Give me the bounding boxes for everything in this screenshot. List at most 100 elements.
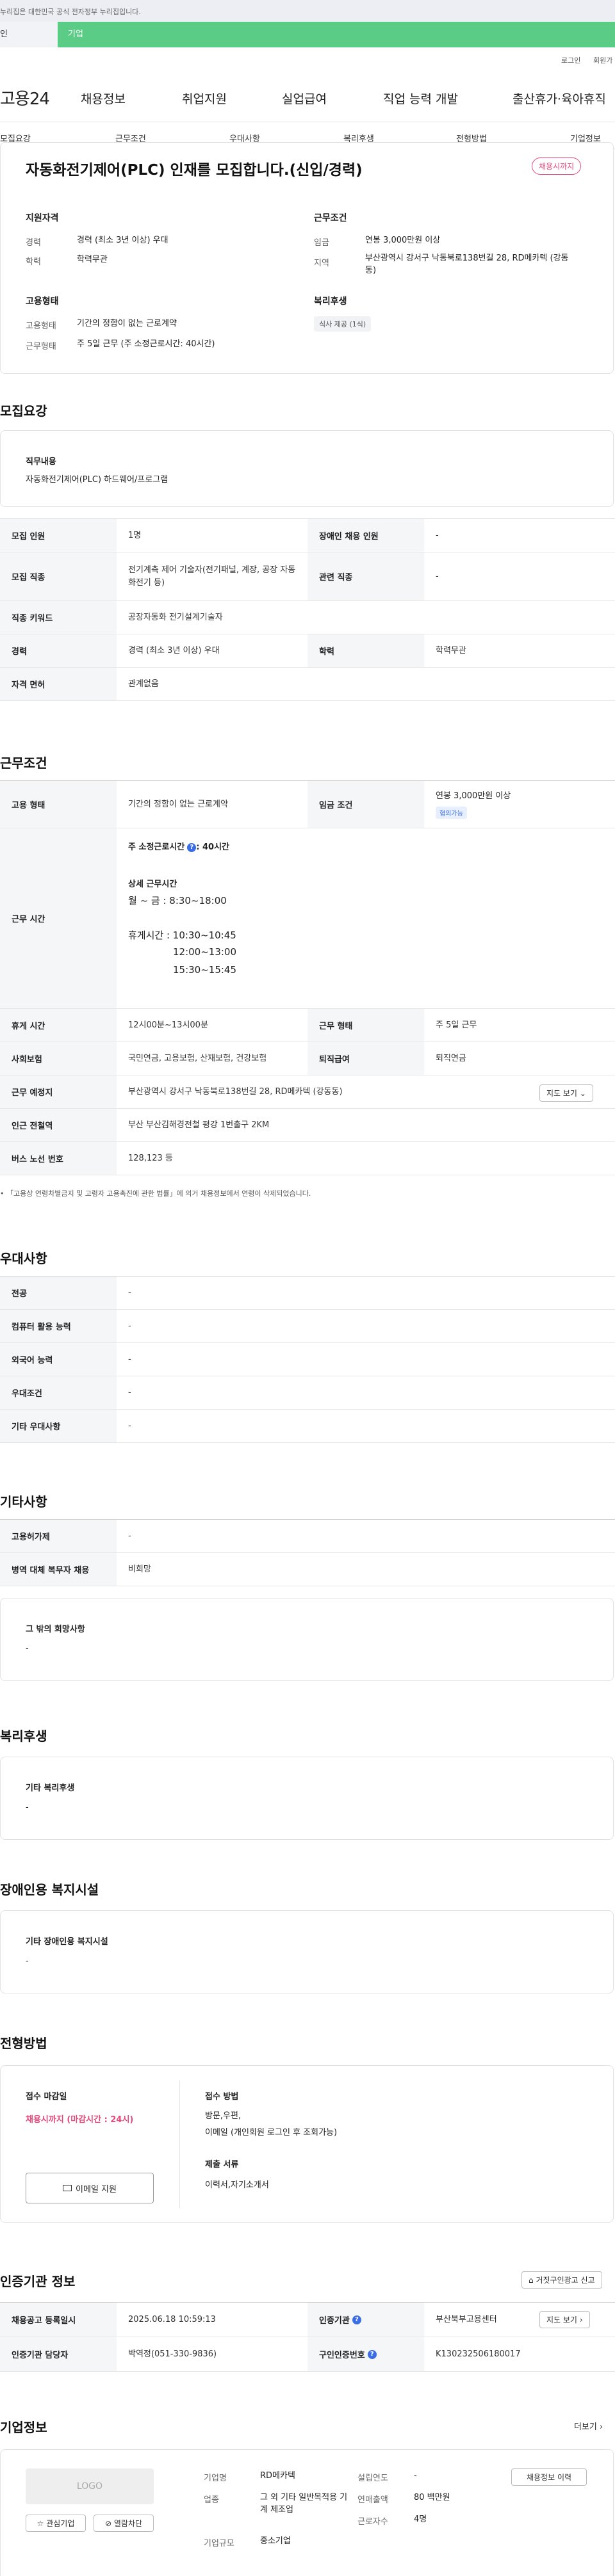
work-row: 휴게 시간 12시00분~13시00분 근무 형태 주 5일 근무 xyxy=(0,1009,615,1042)
break-time-2: 12:00~13:00 xyxy=(173,946,237,958)
block-company-button[interactable]: ⊘ 열람차단 xyxy=(94,2515,154,2532)
help-icon[interactable]: ? xyxy=(367,2349,377,2359)
member-type-tabs: 인 기업 xyxy=(0,22,615,47)
work-row: 인근 전철역 부산 부산김해경전철 평강 1번출구 2KM xyxy=(0,1109,615,1142)
hope-value: - xyxy=(26,1644,29,1654)
pref-condition-value: - xyxy=(128,1387,131,1397)
pref-etc-label: 기타 우대사항 xyxy=(0,1410,117,1442)
bus-value: 128,123 등 xyxy=(128,1153,173,1163)
docs-value: 이력서,자기소개서 xyxy=(205,2180,269,2190)
welfare-etc-value: - xyxy=(26,1803,29,1812)
help-icon[interactable]: ? xyxy=(352,2315,361,2324)
disabled-section-title: 장애인용 복지시설 xyxy=(0,1882,99,1897)
map-button-label: 지도 보기 xyxy=(546,1089,577,1098)
workform-value: 주 5일 근무 xyxy=(436,1020,477,1030)
cert-row: 인증기관 담당자 박역정(051-330-9836) 구인인증번호? K1302… xyxy=(0,2337,615,2372)
chevron-right-icon: › xyxy=(600,2422,603,2432)
subway-value: 부산 부산김해경전철 평강 1번출구 2KM xyxy=(128,1120,270,1130)
how-label: 접수 방법 xyxy=(205,2092,239,2102)
workplace-value: 부산광역시 강서구 낙동북로138번길 28, RD메카텍 (강동동) xyxy=(128,1086,343,1097)
workplace-map-button[interactable]: 지도 보기 ⌄ xyxy=(539,1084,593,1102)
summary-worktype-value: 주 5일 근무 (주 소정근로시간: 40시간) xyxy=(77,339,215,349)
hope-card xyxy=(0,1598,614,1681)
summary-emptype-label: 고용형태 xyxy=(26,321,56,331)
pref-etc-value: - xyxy=(128,1421,131,1431)
reg-date-value: 2025.06.18 10:59:13 xyxy=(128,2314,216,2324)
bus-label: 버스 노선 번호 xyxy=(0,1142,117,1175)
cert-section-title: 인증기관 정보 xyxy=(0,2274,76,2289)
welfare-card xyxy=(0,1757,614,1840)
etc-row: 고용허가제 - xyxy=(0,1520,615,1553)
summary-edu-label: 학력 xyxy=(26,257,41,267)
license-label: 자격 면허 xyxy=(0,668,117,700)
favorite-company-button[interactable]: ☆ 관심기업 xyxy=(26,2515,86,2532)
chevron-down-icon: ⌄ xyxy=(579,1089,586,1098)
cert-number-value: K130232506180017 xyxy=(436,2349,521,2359)
recruit-row: 모집 인원 1명 장애인 채용 인원 - xyxy=(0,519,615,552)
help-icon[interactable]: ? xyxy=(187,842,197,852)
false-ad-report-button[interactable]: ⌂ 거짓구인광고 신고 xyxy=(521,2271,602,2289)
mail-icon xyxy=(63,2185,72,2191)
age-notice: • 「고용상 연령차별금지 및 고령자 고용촉진에 관한 법률」에 의거 채용정… xyxy=(0,1189,311,1198)
recruit-history-button[interactable]: 채용정보 이력 xyxy=(511,2468,587,2486)
bell-icon: ⌂ xyxy=(529,2276,534,2285)
cert-number-label-text: 구인인증번호 xyxy=(319,2351,365,2360)
cert-org-label-text: 인증기관 xyxy=(319,2316,350,2326)
gov-notice-text: 누리집은 대한민국 공식 전자정부 누리집입니다. xyxy=(0,8,141,16)
duty-label: 직무내용 xyxy=(26,457,56,467)
company-industry-value: 그 외 기타 일반목적용 기계 제조업 xyxy=(260,2493,348,2515)
education-label: 학력 xyxy=(308,634,424,667)
age-notice-text: 「고용상 연령차별금지 및 고령자 고용촉진에 관한 법률」에 의거 채용정보에… xyxy=(6,1189,311,1198)
gnb-item-employment-support[interactable]: 취업지원 xyxy=(182,90,227,107)
gnb-item-vocational-training[interactable]: 직업 능력 개발 xyxy=(383,90,458,107)
disabled-etc-value: - xyxy=(26,1956,29,1966)
company-more-link[interactable]: 더보기 › xyxy=(574,2420,603,2432)
summary-career-label: 경력 xyxy=(26,238,41,248)
hope-label: 그 밖의 희망사항 xyxy=(26,1625,85,1634)
summary-wage-label: 임금 xyxy=(314,238,329,248)
tab-company[interactable]: 기업 xyxy=(58,22,615,47)
etc-section-title: 기타사항 xyxy=(0,1494,47,1509)
gnb-item-parental-leave[interactable]: 출산휴가·육아휴직 xyxy=(512,90,606,107)
block-label: 열람차단 xyxy=(113,2519,143,2528)
deadline-label: 접수 마감일 xyxy=(26,2092,67,2102)
break-time-3: 15:30~15:45 xyxy=(173,964,237,976)
wage-tag-wrap: 협의가능 xyxy=(436,807,467,819)
site-logo[interactable]: 고용24 xyxy=(0,86,50,109)
career-value: 경력 (최소 3년 이상) 우대 xyxy=(128,645,220,656)
email-apply-button[interactable]: 이메일 지원 xyxy=(26,2173,154,2203)
company-section-title: 기업정보 xyxy=(0,2420,47,2435)
star-icon: ☆ xyxy=(37,2519,44,2528)
summary-wage-value: 연봉 3,000만원 이상 xyxy=(365,236,441,245)
pref-row: 전공 - xyxy=(0,1276,615,1310)
gnb-item-unemployment-benefit[interactable]: 실업급여 xyxy=(282,90,327,107)
cert-org-value: 부산북부고용센터 xyxy=(436,2314,497,2324)
cert-map-button[interactable]: 지도 보기 › xyxy=(539,2311,590,2328)
preference-section-title: 우대사항 xyxy=(0,1251,47,1266)
pref-row: 외국어 능력 - xyxy=(0,1343,615,1376)
work-row: 사회보험 국민연금, 고용보험, 산재보험, 건강보험 퇴직급여 퇴직연금 xyxy=(0,1042,615,1075)
duty-text: 자동화전기제어(PLC) 하드웨어/프로그램 xyxy=(26,475,168,485)
military-label: 병역 대체 복무자 채용 xyxy=(0,1553,117,1586)
disabled-count-value: - xyxy=(436,530,439,540)
work-permit-label: 고용허가제 xyxy=(0,1520,117,1552)
computer-skill-label: 컴퓨터 활용 능력 xyxy=(0,1310,117,1342)
wage-negotiable-tag: 협의가능 xyxy=(436,807,467,819)
computer-skill-value: - xyxy=(128,1321,131,1331)
tab-individual[interactable]: 인 xyxy=(0,22,58,47)
login-link[interactable]: 로그인 xyxy=(561,55,580,65)
company-name-label: 기업명 xyxy=(204,2474,227,2483)
wage-value: 연봉 3,000만원 이상 xyxy=(436,791,511,801)
military-value: 비희망 xyxy=(128,1564,151,1574)
recruit-row: 직종 키워드 공장자동화 전기설계기술자 xyxy=(0,601,615,634)
report-label: 거짓구인광고 신고 xyxy=(536,2276,595,2285)
workform-label: 근무 형태 xyxy=(308,1009,424,1042)
gnb-item-jobs[interactable]: 채용정보 xyxy=(81,90,126,107)
worktime-label: 근무 시간 xyxy=(0,828,117,1008)
employment-type-heading: 고용형태 xyxy=(26,296,59,307)
recruit-count-value: 1명 xyxy=(128,530,142,540)
join-link[interactable]: 회원가 xyxy=(593,55,612,65)
welfare-summary-heading: 복리후생 xyxy=(314,296,347,307)
summary-worktype-label: 근무형태 xyxy=(26,342,56,351)
work-permit-value: - xyxy=(128,1531,131,1541)
